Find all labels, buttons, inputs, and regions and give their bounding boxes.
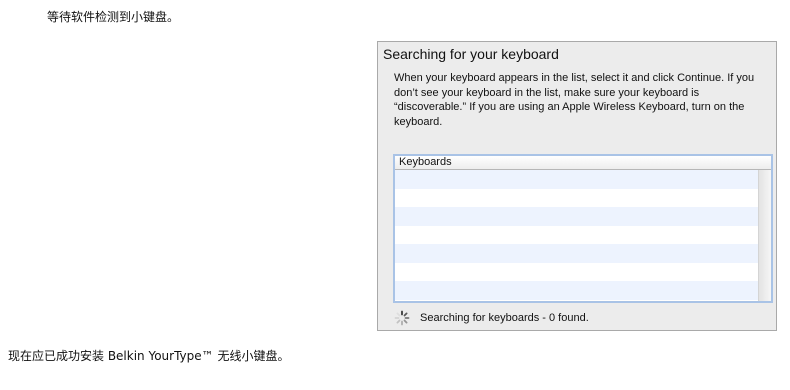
list-row[interactable] bbox=[395, 207, 758, 226]
list-row[interactable] bbox=[395, 263, 758, 282]
search-status: Searching for keyboards - 0 found. bbox=[394, 310, 589, 326]
keyboards-list-rows[interactable] bbox=[395, 170, 758, 301]
spinner-icon bbox=[394, 310, 410, 326]
list-row[interactable] bbox=[395, 189, 758, 208]
instruction-bottom: 现在应已成功安装 Belkin YourType™ 无线小键盘。 bbox=[8, 349, 290, 363]
keyboard-search-dialog: Searching for your keyboard When your ke… bbox=[377, 41, 777, 331]
list-row[interactable] bbox=[395, 226, 758, 245]
instruction-top: 等待软件检测到小键盘。 bbox=[47, 10, 180, 24]
status-text: Searching for keyboards - 0 found. bbox=[420, 312, 589, 324]
list-row[interactable] bbox=[395, 300, 758, 302]
dialog-description: When your keyboard appears in the list, … bbox=[394, 72, 755, 128]
list-row[interactable] bbox=[395, 170, 758, 189]
list-row[interactable] bbox=[395, 244, 758, 263]
list-row[interactable] bbox=[395, 281, 758, 300]
list-scrollbar[interactable] bbox=[758, 170, 771, 301]
keyboards-column-header[interactable]: Keyboards bbox=[395, 156, 771, 170]
keyboards-list[interactable]: Keyboards bbox=[393, 154, 773, 303]
dialog-title: Searching for your keyboard bbox=[383, 46, 559, 62]
